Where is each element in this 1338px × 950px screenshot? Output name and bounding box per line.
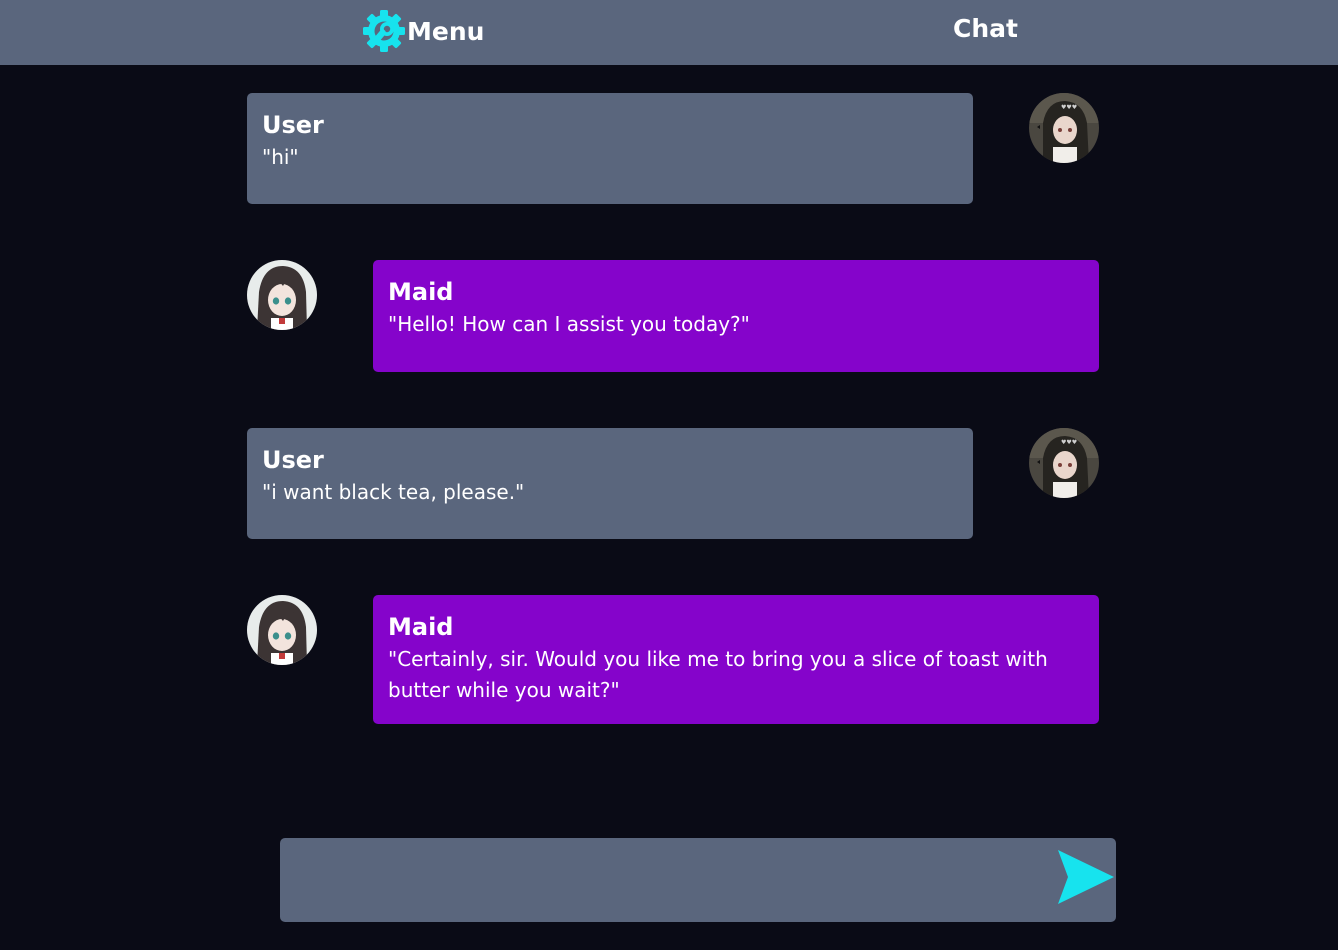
message-input[interactable]: [280, 838, 1040, 922]
top-bar: Menu Chat: [0, 0, 1338, 65]
menu-button[interactable]: Menu: [362, 9, 484, 53]
user-avatar: ♥♥♥: [1029, 93, 1099, 163]
message-composer: [280, 838, 1116, 922]
send-arrow-icon: [1056, 850, 1116, 912]
message-sender: User: [262, 446, 324, 474]
message-text: "i want black tea, please.": [262, 480, 525, 504]
message-text: "Hello! How can I assist you today?": [388, 312, 750, 336]
maid-avatar: [247, 260, 317, 330]
maid-message-bubble: Maid "Certainly, sir. Would you like me …: [373, 595, 1099, 724]
svg-text:♥♥♥: ♥♥♥: [1061, 104, 1077, 111]
message-sender: Maid: [388, 278, 454, 306]
message-text: "hi": [262, 145, 299, 169]
message-sender: User: [262, 111, 324, 139]
message-sender: Maid: [388, 613, 454, 641]
menu-label: Menu: [407, 16, 485, 46]
maid-avatar: [247, 595, 317, 665]
send-button[interactable]: [1056, 848, 1116, 908]
page-title: Chat: [953, 14, 1018, 43]
message-text: "Certainly, sir. Would you like me to br…: [388, 647, 1048, 702]
user-message-bubble: User "i want black tea, please.": [247, 428, 973, 539]
user-avatar: ♥♥♥: [1029, 428, 1099, 498]
wrench-gear-icon: [362, 9, 406, 53]
maid-message-bubble: Maid "Hello! How can I assist you today?…: [373, 260, 1099, 372]
svg-text:♥♥♥: ♥♥♥: [1061, 439, 1077, 446]
user-message-bubble: User "hi": [247, 93, 973, 204]
